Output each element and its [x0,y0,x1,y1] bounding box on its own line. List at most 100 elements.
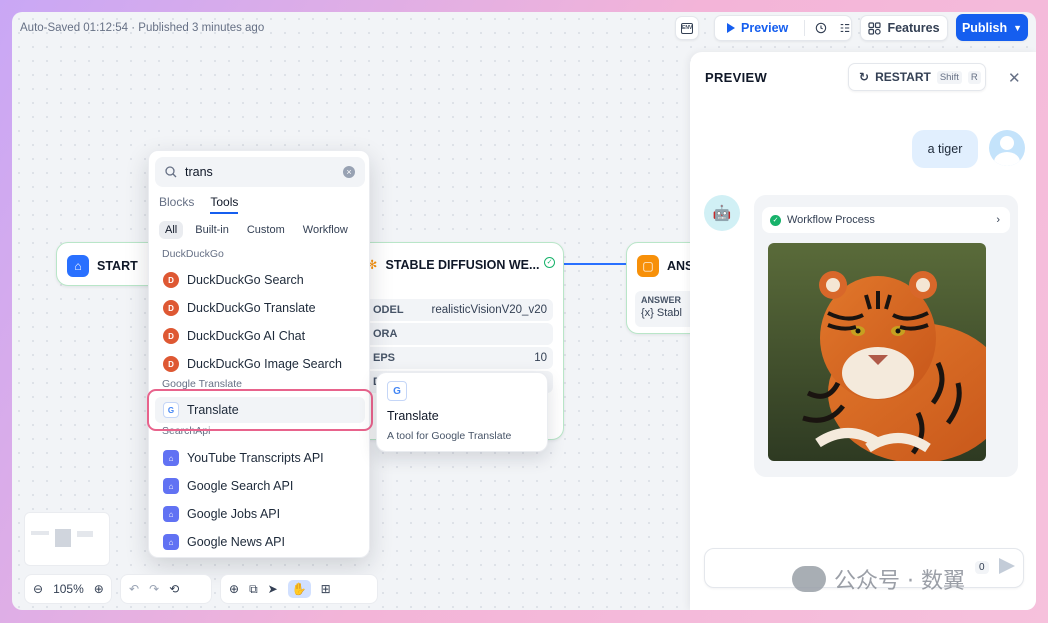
list-item[interactable]: D DuckDuckGo Translate [155,295,365,321]
picker-tabs: Blocks Tools [159,195,239,214]
zoom-in-icon[interactable]: ⊕ [94,582,104,596]
chip-workflow[interactable]: Workflow [297,221,354,239]
wechat-icon [792,566,826,592]
checklist-icon[interactable] [839,21,851,35]
history-controls: ↶ ↷ ⟲ [120,574,212,604]
list-item[interactable]: ⌂ Google Jobs API [155,501,365,527]
preview-panel: PREVIEW ↻ RESTART Shift R ✕ a tiger 🤖 ✓ … [690,52,1036,610]
publish-button[interactable]: Publish ▼ [956,14,1028,41]
tab-tools[interactable]: Tools [210,195,239,214]
param-row: EPS 10 [359,347,553,369]
check-icon: ✓ [770,214,781,226]
answer-node-header: ▢ ANS [637,255,693,277]
preview-button[interactable]: Preview [714,15,852,41]
divider [804,20,806,36]
google-translate-icon: G [163,402,179,418]
kbd-shift: Shift [936,70,962,84]
chip-custom[interactable]: Custom [241,221,291,239]
features-icon [868,21,882,35]
tool-picker: trans × Blocks Tools All Built-in Custom… [148,150,370,558]
minimap[interactable] [24,512,110,566]
env-icon: ENV [681,22,693,34]
list-item[interactable]: D DuckDuckGo Search [155,267,365,293]
publish-label: Publish [961,20,1008,35]
kbd-r: R [967,70,981,84]
close-icon[interactable]: ✕ [1008,69,1021,87]
search-value: trans [185,165,213,179]
sd-node-title: STABLE DIFFUSION WE... [385,257,540,272]
pointer-icon[interactable]: ➤ [268,582,278,596]
note-icon[interactable]: ⧉ [249,582,258,597]
watermark-text: 公众号 · 数翼 [834,569,965,594]
restart-icon: ↻ [859,70,870,84]
param-row: ORA [359,323,553,345]
param-row: ODEL realisticVisionV20_v20 [359,299,553,321]
env-button[interactable]: ENV [675,16,699,40]
user-message: a tiger [912,130,978,168]
layout-icon[interactable]: ⊞ [321,582,331,596]
list-item[interactable]: D DuckDuckGo Image Search [155,351,365,377]
tiger-image [768,243,986,461]
list-item[interactable]: ⌂ Google News API [155,529,365,555]
google-translate-icon: G [387,381,407,401]
redo-icon[interactable]: ↷ [149,582,159,596]
features-label: Features [887,21,940,35]
searchapi-icon: ⌂ [163,450,179,466]
zoom-level[interactable]: 105% [53,582,84,596]
home-icon: ⌂ [67,255,89,277]
success-check-icon: ✓ [544,257,555,268]
autosave-status: Auto-Saved 01:12:54 · Published 3 minute… [20,22,265,34]
restart-label: RESTART [875,70,931,84]
tab-blocks[interactable]: Blocks [159,195,194,214]
watermark: 公众号 · 数翼 [792,563,965,595]
searchapi-icon: ⌂ [163,534,179,550]
tooltip-desc: A tool for Google Translate [387,430,512,442]
generated-tiger-image[interactable] [768,243,986,461]
duckduckgo-icon: D [163,328,179,344]
workflow-label: Workflow Process [787,214,875,226]
list-item[interactable]: D DuckDuckGo AI Chat [155,323,365,349]
add-block-icon[interactable]: ⊕ [229,582,239,596]
edge-connector [564,263,626,265]
char-counter: 0 [975,561,989,574]
workflow-process-bar[interactable]: ✓ Workflow Process › [762,207,1010,233]
searchapi-icon: ⌂ [163,506,179,522]
restart-button[interactable]: ↻ RESTART Shift R [848,63,986,91]
preview-label: Preview [741,21,789,35]
chip-all[interactable]: All [159,221,184,239]
hand-icon[interactable]: ✋ [287,580,311,598]
zoom-out-icon[interactable]: ⊖ [33,582,43,596]
avatar-head [1000,136,1014,150]
zoom-controls: ⊖ 105% ⊕ [24,574,112,604]
start-node-header: ⌂ START [67,255,138,277]
list-item[interactable]: G Translate [155,397,365,423]
send-icon[interactable] [999,558,1015,574]
history-icon[interactable] [815,21,827,35]
minimap-node [31,531,49,535]
list-item[interactable]: ⌂ Google Search API [155,473,365,499]
chevron-down-icon: ▼ [1013,22,1023,33]
chevron-right-icon: › [996,214,1000,226]
duckduckgo-icon: D [163,272,179,288]
filter-chips: All Built-in Custom Workflow [159,221,354,239]
version-history-icon[interactable]: ⟲ [169,582,179,596]
answer-icon: ▢ [637,255,659,277]
search-icon [165,166,177,178]
panel-title: PREVIEW [705,70,768,85]
top-bar: Auto-Saved 01:12:54 · Published 3 minute… [12,12,1036,44]
canvas-tools: ⊕ ⧉ ➤ ✋ ⊞ [220,574,378,604]
undo-icon[interactable]: ↶ [129,582,139,596]
start-node-title: START [97,259,138,273]
sd-node-header: ✻ STABLE DIFFUSION WE... [367,257,540,273]
minimap-node [55,529,71,547]
duckduckgo-icon: D [163,356,179,372]
bot-avatar: 🤖 [704,195,740,231]
tool-tooltip: G Translate A tool for Google Translate [376,372,548,452]
group-label: DuckDuckGo [162,248,224,260]
list-item[interactable]: ⌂ YouTube Transcripts API [155,445,365,471]
clear-icon[interactable]: × [343,166,355,178]
features-button[interactable]: Features [860,15,948,41]
searchapi-icon: ⌂ [163,478,179,494]
search-input[interactable]: trans × [155,157,365,187]
chip-built-in[interactable]: Built-in [189,221,235,239]
